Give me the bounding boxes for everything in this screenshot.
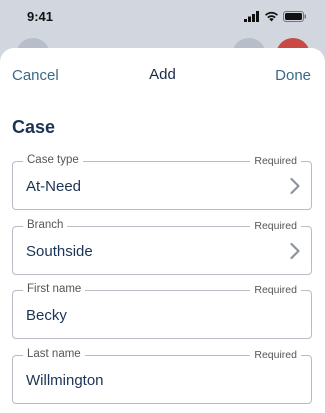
battery-icon	[283, 11, 306, 22]
field-value: Willmington	[26, 372, 104, 389]
field-label: Last name	[23, 348, 85, 360]
status-icons	[244, 11, 307, 22]
required-label: Required	[250, 220, 301, 232]
status-time: 9:41	[27, 9, 54, 24]
branch-field[interactable]: Branch Required Southside	[12, 219, 312, 275]
chevron-right-icon	[290, 177, 300, 195]
required-label: Required	[250, 349, 301, 361]
required-label: Required	[250, 284, 301, 296]
add-case-sheet: Cancel Add Done Case Case type Required …	[0, 48, 325, 413]
field-label: First name	[23, 283, 86, 295]
field-value: Becky	[26, 307, 67, 324]
field-value: At-Need	[26, 178, 82, 195]
field-label: Case type	[23, 154, 83, 166]
signal-icon	[244, 11, 259, 22]
field-label: Branch	[23, 219, 68, 231]
done-button[interactable]: Done	[275, 67, 311, 84]
chevron-right-icon	[290, 242, 300, 260]
field-value: Southside	[26, 243, 93, 260]
last-name-field[interactable]: Last name Required Willmington	[12, 348, 312, 404]
section-title: Case	[12, 117, 56, 137]
status-bar: 9:41	[0, 0, 325, 36]
case-type-field[interactable]: Case type Required At-Need	[12, 154, 312, 210]
wifi-icon	[265, 11, 278, 22]
required-label: Required	[250, 155, 301, 167]
first-name-field[interactable]: First name Required Becky	[12, 283, 312, 339]
